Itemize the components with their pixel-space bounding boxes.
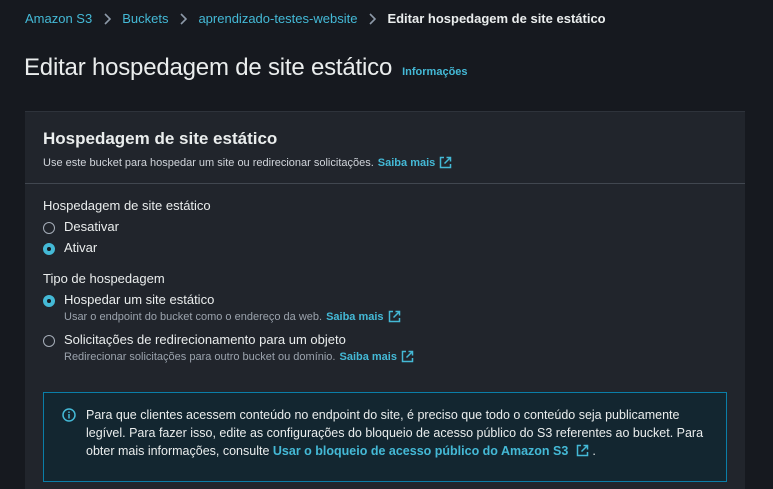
alert-text-line3: obter mais informações, consulte	[86, 444, 270, 458]
info-icon	[62, 408, 76, 427]
alert-text-line2: legível. Para fazer isso, edite as confi…	[86, 426, 704, 440]
radio-label: Ativar	[64, 240, 98, 255]
radio-button-checked[interactable]	[43, 295, 55, 307]
radio-description: Usar o endpoint do bucket como o endereç…	[64, 310, 401, 323]
external-link-icon	[576, 444, 589, 457]
hosting-type-label: Tipo de hospedagem	[43, 271, 165, 286]
radio-button-checked[interactable]	[43, 243, 55, 255]
info-link[interactable]: Informações	[402, 66, 467, 78]
external-link-icon	[401, 350, 414, 363]
radio-option-redirect[interactable]: Solicitações de redirecionamento para um…	[43, 332, 727, 363]
hosting-label: Hospedagem de site estático	[43, 198, 211, 213]
container-body: Hospedagem de site estático Desativar At…	[25, 184, 745, 363]
container-header: Hospedagem de site estático Use este buc…	[25, 112, 745, 184]
section-description-text: Use este bucket para hospedar um site ou…	[43, 156, 374, 169]
learn-more-link[interactable]: Saiba mais	[378, 156, 452, 169]
alert-text: Para que clientes acessem conteúdo no en…	[86, 406, 708, 460]
chevron-right-icon	[103, 12, 112, 25]
radio-description: Redirecionar solicitações para outro buc…	[64, 350, 414, 363]
external-link-icon	[388, 310, 401, 323]
radio-option-enable[interactable]: Ativar	[43, 240, 727, 255]
chevron-right-icon	[368, 12, 377, 25]
learn-more-label: Saiba mais	[326, 310, 384, 323]
radio-button[interactable]	[43, 222, 55, 234]
block-public-access-link-label: Usar o bloqueio de acesso público do Ama…	[272, 444, 569, 458]
learn-more-link[interactable]: Saiba mais	[339, 350, 414, 363]
info-alert: Para que clientes acessem conteúdo no en…	[43, 392, 727, 482]
learn-more-link[interactable]: Saiba mais	[326, 310, 400, 323]
alert-text-suffix: .	[592, 444, 596, 458]
radio-label: Desativar	[64, 219, 119, 234]
radio-label: Solicitações de redirecionamento para um…	[64, 332, 346, 347]
hosting-radio-group: Hospedagem de site estático Desativar At…	[43, 198, 727, 255]
hosting-type-radio-group: Tipo de hospedagem Hospedar um site está…	[43, 271, 727, 363]
learn-more-label: Saiba mais	[339, 350, 397, 363]
alert-text-line1: Para que clientes acessem conteúdo no en…	[86, 408, 680, 422]
learn-more-label: Saiba mais	[377, 156, 436, 169]
breadcrumb-bucket-name[interactable]: aprendizado-testes-website	[198, 11, 357, 26]
page-header: Editar hospedagem de site estático Infor…	[24, 54, 468, 82]
radio-description-text: Usar o endpoint do bucket como o endereç…	[64, 310, 323, 323]
breadcrumb-amazon-s3[interactable]: Amazon S3	[25, 11, 92, 26]
radio-option-host-static[interactable]: Hospedar um site estático Usar o endpoin…	[43, 292, 727, 323]
breadcrumb-current: Editar hospedagem de site estático	[387, 11, 606, 26]
radio-option-disable[interactable]: Desativar	[43, 219, 727, 234]
section-description: Use este bucket para hospedar um site ou…	[43, 156, 727, 169]
external-link-icon	[439, 156, 452, 169]
radio-label: Hospedar um site estático	[64, 292, 215, 307]
chevron-right-icon	[179, 12, 188, 25]
breadcrumb-buckets[interactable]: Buckets	[122, 11, 168, 26]
section-title: Hospedagem de site estático	[43, 129, 278, 148]
radio-description-text: Redirecionar solicitações para outro buc…	[64, 350, 336, 363]
page-title: Editar hospedagem de site estático	[24, 54, 393, 81]
radio-button[interactable]	[43, 335, 55, 347]
static-hosting-container: Hospedagem de site estático Use este buc…	[25, 111, 745, 489]
breadcrumb: Amazon S3 Buckets aprendizado-testes-web…	[25, 11, 606, 26]
block-public-access-link[interactable]: Usar o bloqueio de acesso público do Ama…	[273, 444, 592, 458]
